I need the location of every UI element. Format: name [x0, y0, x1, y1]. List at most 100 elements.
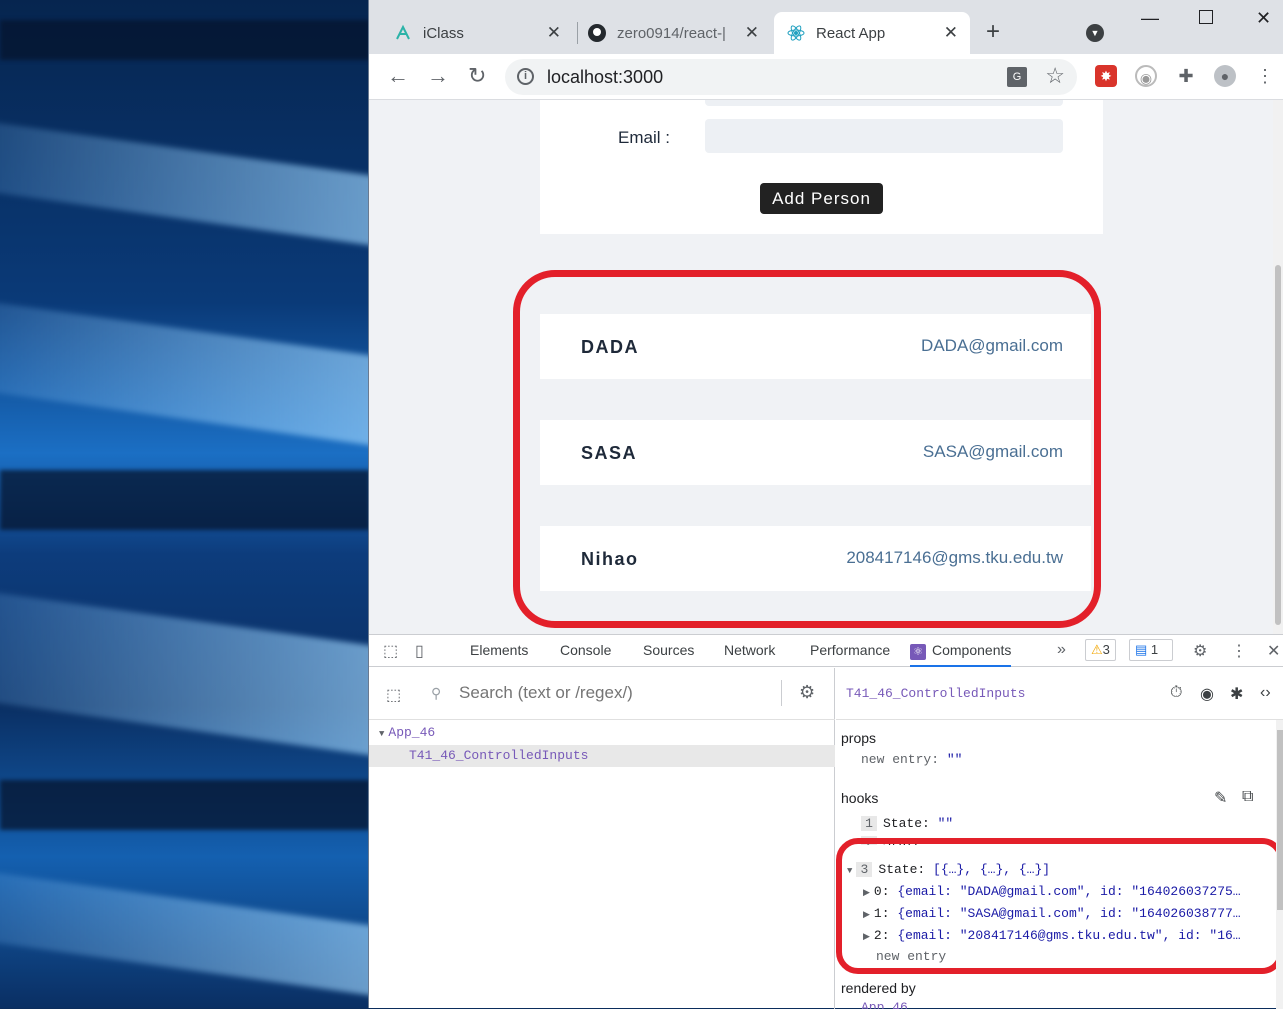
tab-search-icon[interactable]: ▼ — [1086, 24, 1104, 42]
hook-label: State: — [883, 816, 930, 831]
tab-label: iClass — [423, 24, 464, 42]
tab-console[interactable]: Console — [560, 642, 611, 658]
tab-network[interactable]: Network — [724, 642, 775, 658]
translate-icon[interactable]: G — [1007, 67, 1027, 87]
hook-row-expanded[interactable]: ▼ 3 State: [{…}, {…}, {…}] — [847, 862, 1050, 877]
close-devtools-icon[interactable]: ✕ — [1267, 641, 1280, 661]
site-info-icon[interactable]: i — [517, 68, 534, 85]
person-email: SASA@gmail.com — [922, 442, 1063, 461]
profile-avatar-icon[interactable]: ● — [1214, 65, 1236, 87]
tab-components[interactable]: ⚛ Components — [910, 642, 1012, 667]
extensions-puzzle-icon[interactable]: ✚ — [1175, 65, 1197, 87]
prop-row[interactable]: new entry: "" — [861, 752, 962, 767]
bug-icon[interactable]: ✱ — [1230, 684, 1243, 704]
recorder-icon[interactable]: ◉ — [1135, 65, 1157, 87]
message-icon: ▤ — [1135, 642, 1151, 657]
close-icon[interactable]: ✕ — [547, 23, 561, 43]
messages-badge[interactable]: ▤ 1 — [1129, 639, 1173, 661]
window-close-icon[interactable]: ✕ — [1256, 8, 1271, 29]
warnings-count: 3 — [1102, 642, 1110, 657]
desktop-wallpaper — [0, 0, 370, 1008]
name-field[interactable] — [705, 100, 1063, 106]
hook-index: 3 — [856, 862, 873, 877]
warnings-badge[interactable]: ⚠3 — [1085, 639, 1116, 661]
extension-icon[interactable]: ✸ — [1095, 65, 1117, 87]
component-search-row: ⬚ ⚲ ⚙ — [369, 668, 835, 720]
tab-sources[interactable]: Sources — [643, 642, 694, 658]
person-name: SASA — [581, 443, 638, 463]
forward-icon[interactable]: → — [427, 63, 449, 89]
tab-elements[interactable]: Elements — [470, 642, 528, 658]
tab-strip: iClass ✕ zero0914/react-| ✕ React App ✕ … — [369, 0, 1283, 54]
new-tab-button[interactable]: + — [986, 18, 1000, 46]
devtools-panel: ⬚ ▯ Elements Console Sources Network Per… — [369, 634, 1283, 1009]
maximize-icon[interactable] — [1199, 10, 1213, 24]
messages-count: 1 — [1150, 642, 1159, 657]
state-value[interactable]: {email: "SASA@gmail.com", id: "164026038… — [897, 906, 1240, 921]
bookmark-star-icon[interactable]: ☆ — [1045, 63, 1065, 89]
devtools-menu-icon[interactable]: ⋮ — [1231, 641, 1247, 661]
page-viewport: Email : Add Person DADA DADA@gmail.com S… — [369, 100, 1274, 634]
state-key: 1: — [873, 906, 890, 921]
person-row: Nihao 208417146@gms.tku.edu.tw — [540, 526, 1091, 591]
state-value[interactable]: {email: "208417146@gms.tku.edu.tw", id: … — [897, 928, 1240, 943]
tab-iclass[interactable]: iClass ✕ — [393, 12, 573, 54]
inspected-component-name: T41_46_ControlledInputs — [846, 686, 1026, 701]
tab-react-app[interactable]: React App ✕ — [774, 12, 970, 54]
hook-row[interactable]: 2 State: — [861, 836, 930, 845]
add-person-button[interactable]: Add Person — [760, 183, 883, 214]
state-item[interactable]: ▶ 2: {email: "208417146@gms.tku.edu.tw", … — [863, 928, 1241, 943]
new-entry-row[interactable]: new entry — [876, 949, 946, 964]
person-row: DADA DADA@gmail.com — [540, 314, 1091, 379]
devtools-tabbar: ⬚ ▯ Elements Console Sources Network Per… — [369, 635, 1283, 667]
hook-value[interactable]: [{…}, {…}, {…}] — [933, 862, 1050, 877]
tab-performance[interactable]: Performance — [810, 642, 890, 658]
eye-icon[interactable]: ◉ — [1200, 684, 1214, 704]
person-email: DADA@gmail.com — [921, 336, 1063, 355]
search-input[interactable] — [459, 680, 779, 706]
prop-key: new entry: — [861, 752, 940, 767]
timer-icon[interactable]: ⏱ — [1170, 684, 1182, 702]
email-label: Email : — [618, 128, 670, 147]
tab-label: zero0914/react-| — [617, 24, 726, 42]
inspect-element-icon[interactable]: ⬚ — [383, 641, 398, 661]
minimize-icon[interactable]: — — [1141, 8, 1159, 29]
more-tabs-icon[interactable]: » — [1057, 641, 1066, 659]
tab-components-label: Components — [932, 642, 1012, 658]
tab-github[interactable]: zero0914/react-| ✕ — [587, 12, 771, 54]
select-component-icon[interactable]: ⬚ — [386, 685, 401, 705]
hook-index: 2 — [861, 836, 877, 845]
prop-value[interactable]: "" — [947, 752, 963, 767]
inspector-scrollbar[interactable] — [1276, 720, 1283, 1009]
react-icon: ⚛ — [910, 644, 926, 660]
device-toolbar-icon[interactable]: ▯ — [415, 641, 424, 661]
close-icon[interactable]: ✕ — [745, 23, 759, 43]
person-row: SASA SASA@gmail.com — [540, 420, 1091, 485]
browser-menu-icon[interactable]: ⋮ — [1254, 65, 1276, 87]
reload-icon[interactable]: ↻ — [468, 63, 486, 89]
back-icon[interactable]: ← — [387, 63, 409, 89]
email-field[interactable] — [705, 119, 1063, 153]
hook-value[interactable]: "" — [938, 816, 954, 831]
state-item[interactable]: ▶ 0: {email: "DADA@gmail.com", id: "16402… — [863, 884, 1241, 899]
parse-hook-names-icon[interactable]: ✎ — [1214, 788, 1227, 808]
copy-icon[interactable]: ⧉ — [1242, 788, 1253, 806]
tree-node-app[interactable]: ▼ App_46 — [379, 725, 435, 740]
form-card: Email : Add Person — [540, 100, 1103, 234]
react-icon — [786, 23, 806, 43]
page-scrollbar[interactable] — [1273, 100, 1283, 634]
settings-gear-icon[interactable]: ⚙ — [1193, 641, 1207, 661]
tree-node-label: App_46 — [388, 725, 436, 740]
tree-node-selected[interactable]: T41_46_ControlledInputs — [369, 745, 835, 767]
state-item[interactable]: ▶ 1: {email: "SASA@gmail.com", id: "16402… — [863, 906, 1241, 921]
new-entry-label: new entry — [876, 949, 947, 964]
view-source-icon[interactable]: ‹› — [1260, 684, 1271, 702]
state-key: 0: — [873, 884, 890, 899]
browser-window: iClass ✕ zero0914/react-| ✕ React App ✕ … — [368, 0, 1283, 1009]
component-inspector-pane: T41_46_ControlledInputs ⏱ ◉ ✱ ‹› props n… — [836, 668, 1283, 1009]
state-value[interactable]: {email: "DADA@gmail.com", id: "164026037… — [897, 884, 1240, 899]
settings-gear-icon[interactable]: ⚙ — [799, 682, 815, 703]
address-bar[interactable]: i localhost:3000 G ☆ — [505, 59, 1077, 95]
close-icon[interactable]: ✕ — [944, 23, 958, 43]
hook-row[interactable]: 1 State: "" — [861, 816, 953, 831]
